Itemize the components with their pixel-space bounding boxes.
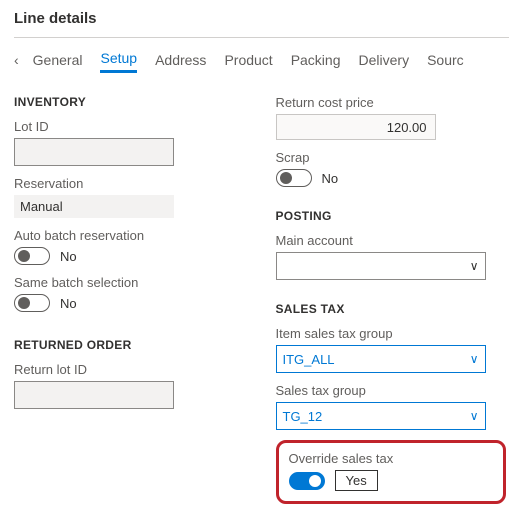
auto-batch-label: Auto batch reservation bbox=[14, 228, 248, 243]
scrap-value: No bbox=[322, 171, 339, 186]
section-returned-order: RETURNED ORDER bbox=[14, 338, 248, 352]
same-batch-value: No bbox=[60, 296, 77, 311]
same-batch-label: Same batch selection bbox=[14, 275, 248, 290]
divider bbox=[14, 37, 509, 38]
left-column: INVENTORY Lot ID Reservation Manual Auto… bbox=[14, 91, 248, 504]
lot-id-label: Lot ID bbox=[14, 119, 248, 134]
override-sales-tax-value: Yes bbox=[335, 470, 378, 491]
section-sales-tax: SALES TAX bbox=[276, 302, 510, 316]
scrap-toggle[interactable] bbox=[276, 169, 312, 187]
reservation-value[interactable]: Manual bbox=[14, 195, 174, 218]
item-sales-tax-group-label: Item sales tax group bbox=[276, 326, 510, 341]
tab-strip: ‹ General Setup Address Product Packing … bbox=[14, 46, 509, 73]
sales-tax-group-select[interactable]: TG_12 ∨ bbox=[276, 402, 486, 430]
section-posting: POSTING bbox=[276, 209, 510, 223]
sales-tax-group-value: TG_12 bbox=[283, 409, 323, 424]
tab-sourc[interactable]: Sourc bbox=[427, 48, 464, 72]
override-sales-tax-toggle[interactable] bbox=[289, 472, 325, 490]
return-lot-id-label: Return lot ID bbox=[14, 362, 248, 377]
return-lot-id-input[interactable] bbox=[14, 381, 174, 409]
chevron-down-icon: ∨ bbox=[470, 259, 479, 273]
tab-scroll-left-icon[interactable]: ‹ bbox=[14, 52, 19, 68]
auto-batch-toggle[interactable] bbox=[14, 247, 50, 265]
return-cost-value[interactable]: 120.00 bbox=[276, 114, 436, 140]
tab-delivery[interactable]: Delivery bbox=[359, 48, 410, 72]
page-title: Line details bbox=[14, 10, 509, 27]
item-sales-tax-group-select[interactable]: ITG_ALL ∨ bbox=[276, 345, 486, 373]
tab-packing[interactable]: Packing bbox=[291, 48, 341, 72]
tab-general[interactable]: General bbox=[33, 48, 83, 72]
main-account-label: Main account bbox=[276, 233, 510, 248]
chevron-down-icon: ∨ bbox=[470, 352, 479, 366]
tab-setup[interactable]: Setup bbox=[100, 46, 137, 73]
override-sales-tax-highlight: Override sales tax Yes bbox=[276, 440, 506, 504]
auto-batch-value: No bbox=[60, 249, 77, 264]
return-cost-label: Return cost price bbox=[276, 95, 510, 110]
same-batch-toggle[interactable] bbox=[14, 294, 50, 312]
lot-id-input[interactable] bbox=[14, 138, 174, 166]
tab-address[interactable]: Address bbox=[155, 48, 206, 72]
right-column: Return cost price 120.00 Scrap No POSTIN… bbox=[276, 91, 510, 504]
tab-product[interactable]: Product bbox=[224, 48, 272, 72]
scrap-label: Scrap bbox=[276, 150, 510, 165]
section-inventory: INVENTORY bbox=[14, 95, 248, 109]
override-sales-tax-label: Override sales tax bbox=[289, 451, 493, 466]
reservation-label: Reservation bbox=[14, 176, 248, 191]
main-account-select[interactable]: ∨ bbox=[276, 252, 486, 280]
chevron-down-icon: ∨ bbox=[470, 409, 479, 423]
sales-tax-group-label: Sales tax group bbox=[276, 383, 510, 398]
item-sales-tax-group-value: ITG_ALL bbox=[283, 352, 335, 367]
